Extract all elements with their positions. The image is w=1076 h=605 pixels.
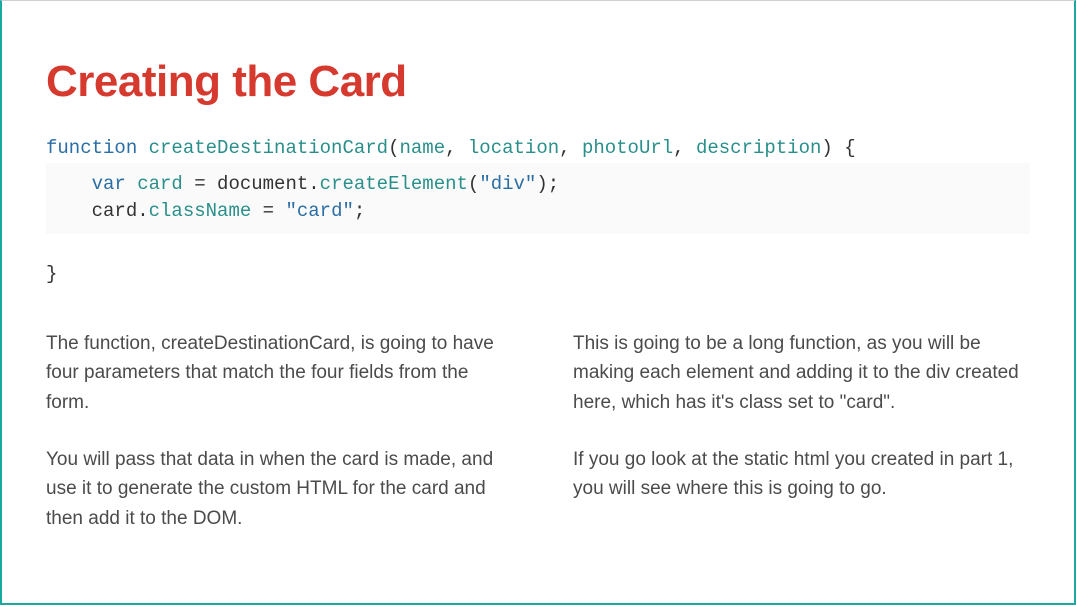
slide: Creating the Card function createDestina… <box>2 1 1074 601</box>
left-column: The function, createDestinationCard, is … <box>46 329 503 562</box>
code-inner-block: var card = document.createElement("div")… <box>46 163 1030 234</box>
code-line-3: card.className = "card"; <box>46 200 365 222</box>
code-line-1: function createDestinationCard(name, loc… <box>46 137 856 159</box>
left-paragraph-2: You will pass that data in when the card… <box>46 445 503 533</box>
code-line-2: var card = document.createElement("div")… <box>46 173 559 195</box>
right-paragraph-1: This is going to be a long function, as … <box>573 329 1030 417</box>
slide-title: Creating the Card <box>46 57 1030 107</box>
right-column: This is going to be a long function, as … <box>573 329 1030 562</box>
right-paragraph-2: If you go look at the static html you cr… <box>573 445 1030 504</box>
text-columns: The function, createDestinationCard, is … <box>46 329 1030 562</box>
left-paragraph-1: The function, createDestinationCard, is … <box>46 329 503 417</box>
code-line-4: } <box>46 263 57 285</box>
code-block: function createDestinationCard(name, loc… <box>46 135 1030 289</box>
